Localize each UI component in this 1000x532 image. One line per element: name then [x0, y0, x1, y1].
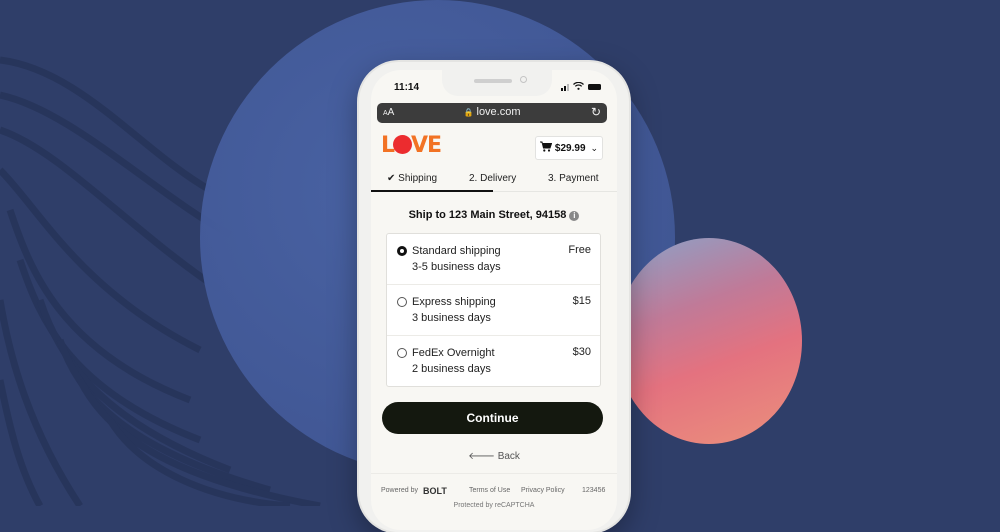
- status-time: 11:14: [394, 82, 420, 93]
- option-name: FedEx Overnight: [412, 347, 495, 359]
- option-price: Free: [568, 244, 591, 256]
- shipping-address-heading: Ship to 123 Main Street, 94158 i: [371, 209, 617, 221]
- logo-heart-dot: [393, 135, 413, 154]
- speaker: [474, 79, 512, 83]
- step-shipping[interactable]: ✔ Shipping: [387, 173, 437, 184]
- info-icon[interactable]: i: [569, 211, 580, 221]
- option-days: 2 business days: [412, 363, 491, 375]
- shipping-address-text: Ship to 123 Main Street, 94158: [408, 209, 567, 221]
- cart-dropdown[interactable]: $29.99 ⌄: [535, 136, 603, 160]
- shipping-option-fedex-overnight[interactable]: FedEx Overnight 2 business days $30: [387, 336, 600, 386]
- status-icons: [561, 81, 601, 92]
- footer-code: 123456: [582, 487, 606, 494]
- wifi-icon: [573, 81, 584, 92]
- option-price: $15: [572, 295, 591, 307]
- logo-letters: VE: [411, 133, 442, 158]
- radio-unselected[interactable]: [397, 348, 407, 358]
- option-price: $30: [572, 346, 591, 358]
- step-payment[interactable]: 3. Payment: [548, 173, 599, 184]
- radio-unselected[interactable]: [397, 297, 407, 307]
- option-name: Express shipping: [412, 296, 496, 308]
- cart-total: $29.99: [554, 142, 586, 154]
- powered-by-text: Powered by: [381, 487, 418, 494]
- back-label: Back: [497, 451, 520, 462]
- phone-screen: 11:14 AA 🔒 love.com ↻ L VE $29.99 ⌄ ✔ Sh…: [371, 70, 617, 530]
- option-days: 3-5 business days: [412, 261, 501, 273]
- footer-divider: [371, 473, 617, 474]
- back-link[interactable]: 🡐 Back: [371, 450, 617, 462]
- phone-notch: [442, 70, 552, 96]
- chevron-down-icon: ⌄: [590, 142, 599, 153]
- option-name: Standard shipping: [412, 245, 501, 257]
- signal-icon: [561, 83, 569, 91]
- url-text: love.com: [476, 106, 521, 118]
- terms-link[interactable]: Terms of Use: [469, 487, 510, 494]
- active-step-indicator: [371, 190, 493, 192]
- arrow-left-icon: 🡐: [468, 451, 495, 462]
- browser-address-bar[interactable]: AA 🔒 love.com ↻: [377, 103, 607, 123]
- option-days: 3 business days: [412, 312, 491, 324]
- url-field[interactable]: 🔒 love.com: [377, 106, 607, 118]
- shipping-option-standard[interactable]: Standard shipping 3-5 business days Free: [387, 234, 600, 285]
- bolt-logo[interactable]: BOLT: [423, 486, 447, 496]
- phone-frame: 11:14 AA 🔒 love.com ↻ L VE $29.99 ⌄ ✔ Sh…: [359, 62, 629, 532]
- continue-button[interactable]: Continue: [382, 402, 603, 434]
- love-logo[interactable]: L VE: [381, 133, 442, 158]
- lock-icon: 🔒: [463, 108, 474, 117]
- reload-icon[interactable]: ↻: [591, 105, 601, 119]
- radio-selected[interactable]: [397, 246, 407, 256]
- privacy-link[interactable]: Privacy Policy: [521, 487, 565, 494]
- step-delivery[interactable]: 2. Delivery: [469, 173, 516, 184]
- shipping-option-express[interactable]: Express shipping 3 business days $15: [387, 285, 600, 336]
- cart-icon: [539, 141, 553, 155]
- battery-icon: [588, 84, 601, 90]
- shipping-options: Standard shipping 3-5 business days Free…: [386, 233, 601, 387]
- decorative-gradient-circle: [616, 238, 802, 444]
- camera: [520, 76, 527, 83]
